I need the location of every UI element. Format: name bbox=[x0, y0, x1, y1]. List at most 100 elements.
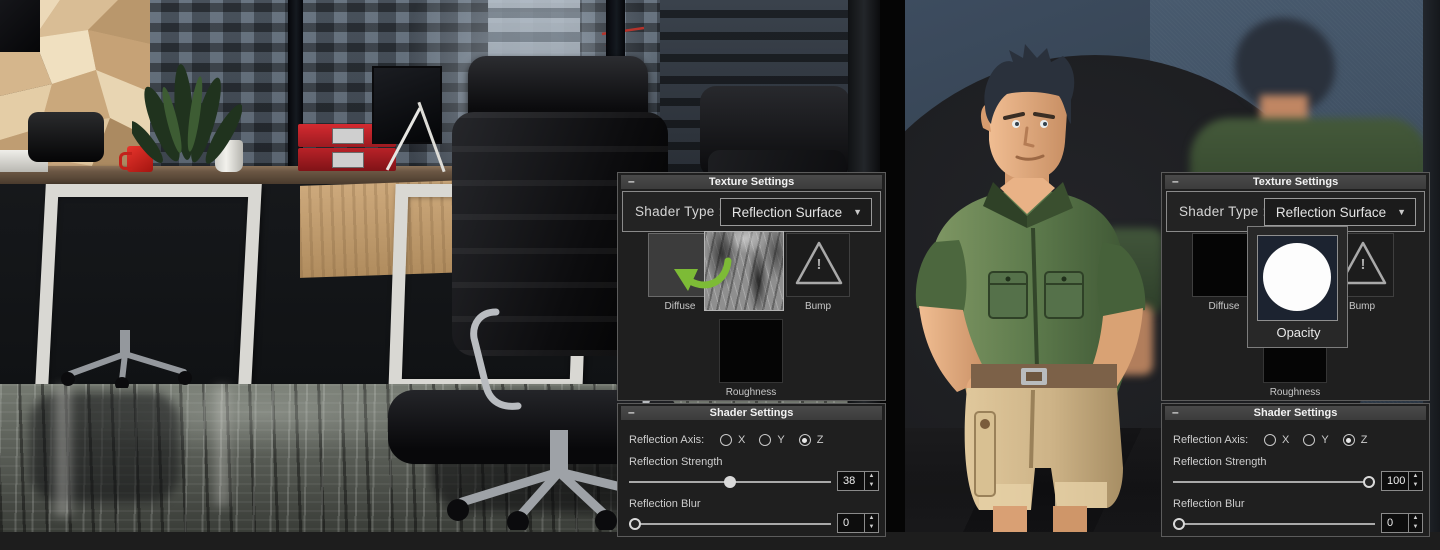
opacity-white-circle bbox=[1263, 243, 1331, 311]
black-speaker bbox=[28, 112, 104, 162]
slider-thumb[interactable] bbox=[629, 518, 641, 530]
roughness-slot-label: Roughness bbox=[1263, 387, 1327, 398]
floor-reflection bbox=[55, 386, 71, 516]
value-spinner: ▲ ▼ bbox=[864, 472, 878, 490]
panel-title: Shader Settings bbox=[1254, 407, 1338, 419]
radio-icon[interactable] bbox=[1303, 434, 1315, 446]
slider-track[interactable] bbox=[1173, 523, 1375, 525]
reflection-axis-row: Reflection Axis: X Y Z bbox=[1173, 432, 1367, 448]
reflection-strength-label: Reflection Strength bbox=[1173, 456, 1267, 468]
reflection-strength-slider[interactable] bbox=[629, 475, 831, 489]
axis-z-label: Z bbox=[817, 434, 824, 446]
spinner-up-icon[interactable]: ▲ bbox=[1409, 472, 1422, 481]
floor-reflection bbox=[30, 392, 180, 502]
texture-settings-panel-right: – Texture Settings Shader Type : Reflect… bbox=[1161, 172, 1430, 401]
reflection-strength-label: Reflection Strength bbox=[629, 456, 723, 468]
reflection-strength-valuebox[interactable]: 38 ▲ ▼ bbox=[837, 471, 879, 491]
radio-selected-icon[interactable] bbox=[1343, 434, 1355, 446]
strength-value[interactable]: 38 bbox=[838, 472, 864, 490]
shader-type-dropdown[interactable]: Reflection Surface ▼ bbox=[1264, 198, 1416, 226]
opacity-label: Opacity bbox=[1248, 325, 1349, 340]
desk-plant bbox=[132, 62, 242, 174]
reflection-strength-slider[interactable] bbox=[1173, 475, 1375, 489]
office-chair-left-base bbox=[52, 330, 202, 388]
drag-direction-arrow-icon bbox=[666, 251, 736, 301]
slider-thumb[interactable] bbox=[1363, 476, 1375, 488]
collapse-button[interactable]: – bbox=[628, 175, 635, 189]
reflection-strength-valuebox[interactable]: 100 ▲ ▼ bbox=[1381, 471, 1423, 491]
floor-reflection bbox=[215, 386, 229, 506]
spinner-down-icon[interactable]: ▼ bbox=[865, 523, 878, 532]
slider-thumb[interactable] bbox=[1173, 518, 1185, 530]
blur-value[interactable]: 0 bbox=[1382, 514, 1408, 532]
opacity-texture-popup[interactable]: Opacity bbox=[1247, 226, 1348, 348]
panel-titlebar[interactable]: – Texture Settings bbox=[621, 175, 882, 189]
panel-title: Texture Settings bbox=[1253, 176, 1338, 188]
axis-y-label: Y bbox=[777, 434, 784, 446]
value-spinner: ▲ ▼ bbox=[864, 514, 878, 532]
panel-title: Shader Settings bbox=[710, 407, 794, 419]
panel-titlebar[interactable]: – Shader Settings bbox=[621, 406, 882, 420]
strength-value[interactable]: 100 bbox=[1382, 472, 1408, 490]
shader-type-value: Reflection Surface bbox=[1265, 205, 1397, 220]
panel-title: Texture Settings bbox=[709, 176, 794, 188]
shader-type-value: Reflection Surface bbox=[721, 205, 853, 220]
axis-y-label: Y bbox=[1321, 434, 1328, 446]
reflection-axis-label: Reflection Axis: bbox=[1173, 434, 1250, 446]
axis-z-radio[interactable]: Z bbox=[1343, 434, 1368, 446]
axis-z-label: Z bbox=[1361, 434, 1368, 446]
reflection-blur-slider[interactable] bbox=[629, 517, 831, 531]
opacity-thumbnail[interactable] bbox=[1257, 235, 1338, 321]
radio-icon[interactable] bbox=[759, 434, 771, 446]
slider-thumb[interactable] bbox=[724, 476, 736, 488]
roughness-texture-slot[interactable] bbox=[719, 319, 783, 383]
spinner-down-icon[interactable]: ▼ bbox=[1409, 481, 1422, 490]
reflection-axis-row: Reflection Axis: X Y Z bbox=[629, 432, 823, 448]
reflection-blur-valuebox[interactable]: 0 ▲ ▼ bbox=[1381, 513, 1423, 533]
bump-texture-slot[interactable]: ! bbox=[786, 233, 850, 297]
radio-icon[interactable] bbox=[720, 434, 732, 446]
slider-track[interactable] bbox=[1173, 481, 1375, 483]
shader-settings-panel-left: – Shader Settings Reflection Axis: X Y Z… bbox=[617, 403, 886, 537]
axis-x-radio[interactable]: X bbox=[720, 434, 745, 446]
collapse-button[interactable]: – bbox=[1172, 175, 1179, 189]
axis-y-radio[interactable]: Y bbox=[1303, 434, 1328, 446]
shader-type-label: Shader Type : bbox=[1179, 204, 1267, 219]
panel-titlebar[interactable]: – Texture Settings bbox=[1165, 175, 1426, 189]
warning-exclamation: ! bbox=[787, 256, 851, 273]
radio-icon[interactable] bbox=[1264, 434, 1276, 446]
axis-z-radio[interactable]: Z bbox=[799, 434, 824, 446]
spinner-up-icon[interactable]: ▲ bbox=[865, 514, 878, 523]
application-viewport: – Texture Settings Shader Type : Reflect… bbox=[0, 0, 1440, 550]
axis-x-radio[interactable]: X bbox=[1264, 434, 1289, 446]
spinner-down-icon[interactable]: ▼ bbox=[865, 481, 878, 490]
shader-type-group: Shader Type : Reflection Surface ▼ bbox=[622, 191, 881, 232]
spinner-up-icon[interactable]: ▲ bbox=[1409, 514, 1422, 523]
reflection-blur-label: Reflection Blur bbox=[1173, 498, 1245, 510]
reflection-blur-valuebox[interactable]: 0 ▲ ▼ bbox=[837, 513, 879, 533]
spinner-down-icon[interactable]: ▼ bbox=[1409, 523, 1422, 532]
shader-type-dropdown[interactable]: Reflection Surface ▼ bbox=[720, 198, 872, 226]
bump-slot-label: Bump bbox=[786, 301, 850, 312]
chevron-down-icon: ▼ bbox=[1397, 207, 1406, 217]
value-spinner: ▲ ▼ bbox=[1408, 514, 1422, 532]
radio-selected-icon[interactable] bbox=[799, 434, 811, 446]
panel-titlebar[interactable]: – Shader Settings bbox=[1165, 406, 1426, 420]
shader-type-label: Shader Type : bbox=[635, 204, 723, 219]
reflection-blur-slider[interactable] bbox=[1173, 517, 1375, 531]
shader-settings-panel-right: – Shader Settings Reflection Axis: X Y Z… bbox=[1161, 403, 1430, 537]
collapse-button[interactable]: – bbox=[628, 406, 635, 420]
axis-y-radio[interactable]: Y bbox=[759, 434, 784, 446]
axis-x-label: X bbox=[1282, 434, 1289, 446]
diffuse-slot-label: Diffuse bbox=[648, 301, 712, 312]
reflection-axis-label: Reflection Axis: bbox=[629, 434, 706, 446]
spinner-up-icon[interactable]: ▲ bbox=[865, 472, 878, 481]
value-spinner: ▲ ▼ bbox=[1408, 472, 1422, 490]
slider-track[interactable] bbox=[629, 523, 831, 525]
collapse-button[interactable]: – bbox=[1172, 406, 1179, 420]
blur-value[interactable]: 0 bbox=[838, 514, 864, 532]
roughness-slot-label: Roughness bbox=[719, 387, 783, 398]
texture-settings-panel-left: – Texture Settings Shader Type : Reflect… bbox=[617, 172, 886, 401]
wall-monitor bbox=[0, 0, 40, 52]
reflection-blur-label: Reflection Blur bbox=[629, 498, 701, 510]
